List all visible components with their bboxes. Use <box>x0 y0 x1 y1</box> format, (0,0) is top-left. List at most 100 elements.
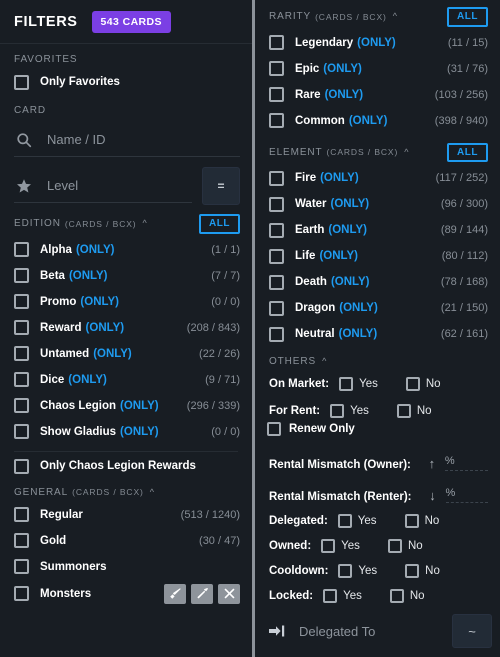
list-item[interactable]: Earth (ONLY) (89 / 144) <box>255 217 500 243</box>
edition-only-link[interactable]: (ONLY) <box>80 296 119 308</box>
arrow-up-icon[interactable]: ↑ <box>425 456 439 471</box>
edition-only-link[interactable]: (ONLY) <box>93 348 132 360</box>
card-search-row[interactable]: Name / ID <box>0 120 252 157</box>
card-search-input[interactable]: Name / ID <box>47 132 106 147</box>
general-checkbox-summoners[interactable] <box>14 559 29 574</box>
only-chaos-legion-rewards-checkbox[interactable] <box>14 458 29 474</box>
element-only-link[interactable]: (ONLY) <box>320 172 359 184</box>
list-item[interactable]: Summoners <box>0 554 252 580</box>
list-item[interactable]: Dice (ONLY) (9 / 71) <box>0 367 252 393</box>
edition-only-link[interactable]: (ONLY) <box>86 322 125 334</box>
magic-attack-icon[interactable] <box>218 583 240 604</box>
list-item[interactable]: Legendary (ONLY) (11 / 15) <box>255 30 500 56</box>
rarity-checkbox-rare[interactable] <box>269 87 284 102</box>
only-favorites-row[interactable]: Only Favorites <box>0 69 252 95</box>
list-item[interactable]: Promo (ONLY) (0 / 0) <box>0 289 252 315</box>
list-item[interactable]: Fire (ONLY) (117 / 252) <box>255 165 500 191</box>
general-checkbox-regular[interactable] <box>14 507 29 522</box>
edition-checkbox-promo[interactable] <box>14 294 29 309</box>
rarity-checkbox-common[interactable] <box>269 113 284 128</box>
edition-checkbox-chaos-legion[interactable] <box>14 398 29 413</box>
card-level-row[interactable]: Level = <box>0 157 252 205</box>
card-level-line[interactable]: Level <box>14 169 192 203</box>
edition-only-link[interactable]: (ONLY) <box>69 270 108 282</box>
list-item[interactable]: Reward (ONLY) (208 / 843) <box>0 315 252 341</box>
delegated-no-checkbox[interactable] <box>404 514 419 528</box>
delegated-to-line[interactable]: Delegated To <box>269 614 452 648</box>
on-market-no[interactable]: No <box>405 376 441 391</box>
ranged-attack-icon[interactable] <box>191 583 213 604</box>
chevron-up-icon[interactable]: ^ <box>150 487 155 497</box>
cooldown-yes-checkbox[interactable] <box>338 563 353 578</box>
rental-mismatch-owner-input[interactable]: % <box>444 451 488 471</box>
list-item[interactable]: Rare (ONLY) (103 / 256) <box>255 82 500 108</box>
element-all-button[interactable]: ALL <box>447 142 488 162</box>
for-rent-yes[interactable]: Yes <box>330 403 369 418</box>
rarity-only-link[interactable]: (ONLY) <box>349 115 388 127</box>
edition-only-link[interactable]: (ONLY) <box>120 426 159 438</box>
chevron-up-icon[interactable]: ^ <box>404 147 409 157</box>
list-item[interactable]: Chaos Legion (ONLY) (296 / 339) <box>0 393 252 419</box>
list-item[interactable]: Life (ONLY) (80 / 112) <box>255 243 500 269</box>
element-only-link[interactable]: (ONLY) <box>331 198 370 210</box>
edition-checkbox-reward[interactable] <box>14 320 29 335</box>
delegated-to-comparator-button[interactable]: ~ <box>452 614 492 648</box>
element-checkbox-life[interactable] <box>269 248 284 264</box>
rarity-only-link[interactable]: (ONLY) <box>323 63 362 75</box>
delegated-to-input[interactable]: Delegated To <box>299 624 375 639</box>
on-market-no-checkbox[interactable] <box>405 376 420 391</box>
list-item[interactable]: Neutral (ONLY) (62 / 161) <box>255 321 500 347</box>
edition-checkbox-alpha[interactable] <box>14 242 29 257</box>
list-item[interactable]: Show Gladius (ONLY) (0 / 0) <box>0 419 252 445</box>
element-only-link[interactable]: (ONLY) <box>328 224 367 236</box>
on-market-yes[interactable]: Yes <box>339 376 378 391</box>
element-checkbox-earth[interactable] <box>269 222 284 238</box>
locked-no-checkbox[interactable] <box>389 588 404 603</box>
for-rent-no[interactable]: No <box>396 403 432 418</box>
element-checkbox-neutral[interactable] <box>269 326 284 342</box>
delegated-yes[interactable]: Yes <box>337 514 377 528</box>
element-checkbox-water[interactable] <box>269 196 284 212</box>
element-checkbox-dragon[interactable] <box>269 300 284 316</box>
level-comparator-button[interactable]: = <box>202 167 240 205</box>
on-market-yes-checkbox[interactable] <box>339 376 354 391</box>
rarity-only-link[interactable]: (ONLY) <box>357 37 396 49</box>
list-item[interactable]: Monsters <box>0 580 252 608</box>
chevron-up-icon[interactable]: ^ <box>393 12 398 21</box>
list-item[interactable]: Dragon (ONLY) (21 / 150) <box>255 295 500 321</box>
element-checkbox-fire[interactable] <box>269 170 284 186</box>
element-only-link[interactable]: (ONLY) <box>331 276 370 288</box>
list-item[interactable]: Epic (ONLY) (31 / 76) <box>255 56 500 82</box>
list-item[interactable]: Common (ONLY) (398 / 940) <box>255 108 500 134</box>
owned-yes[interactable]: Yes <box>321 538 360 553</box>
rental-mismatch-renter-input[interactable]: % <box>445 483 488 503</box>
arrow-down-icon[interactable]: ↓ <box>426 488 440 503</box>
melee-attack-icon[interactable] <box>164 583 186 604</box>
edition-checkbox-untamed[interactable] <box>14 346 29 361</box>
element-checkbox-death[interactable] <box>269 274 284 290</box>
list-item[interactable]: Beta (ONLY) (7 / 7) <box>0 263 252 289</box>
locked-yes-checkbox[interactable] <box>323 588 338 603</box>
for-rent-no-checkbox[interactable] <box>396 403 411 418</box>
rarity-checkbox-legendary[interactable] <box>269 35 284 50</box>
list-item[interactable]: Alpha (ONLY) (1 / 1) <box>0 237 252 263</box>
general-checkbox-gold[interactable] <box>14 533 29 548</box>
level-input[interactable]: Level <box>47 178 78 193</box>
list-item[interactable]: Death (ONLY) (78 / 168) <box>255 269 500 295</box>
owned-no-checkbox[interactable] <box>387 538 402 553</box>
for-rent-yes-checkbox[interactable] <box>330 403 345 418</box>
owned-no[interactable]: No <box>387 538 423 553</box>
delegated-no[interactable]: No <box>404 514 439 528</box>
chevron-up-icon[interactable]: ^ <box>322 357 327 366</box>
locked-no[interactable]: No <box>389 588 425 603</box>
cooldown-no-checkbox[interactable] <box>405 563 420 578</box>
only-chaos-legion-rewards-row[interactable]: Only Chaos Legion Rewards <box>0 452 252 478</box>
only-favorites-checkbox[interactable] <box>14 74 29 90</box>
locked-yes[interactable]: Yes <box>323 588 362 603</box>
owned-yes-checkbox[interactable] <box>321 538 336 553</box>
edition-all-button[interactable]: ALL <box>199 214 240 234</box>
rarity-only-link[interactable]: (ONLY) <box>325 89 364 101</box>
edition-only-link[interactable]: (ONLY) <box>120 400 159 412</box>
general-checkbox-monsters[interactable] <box>14 586 29 601</box>
edition-checkbox-beta[interactable] <box>14 268 29 283</box>
